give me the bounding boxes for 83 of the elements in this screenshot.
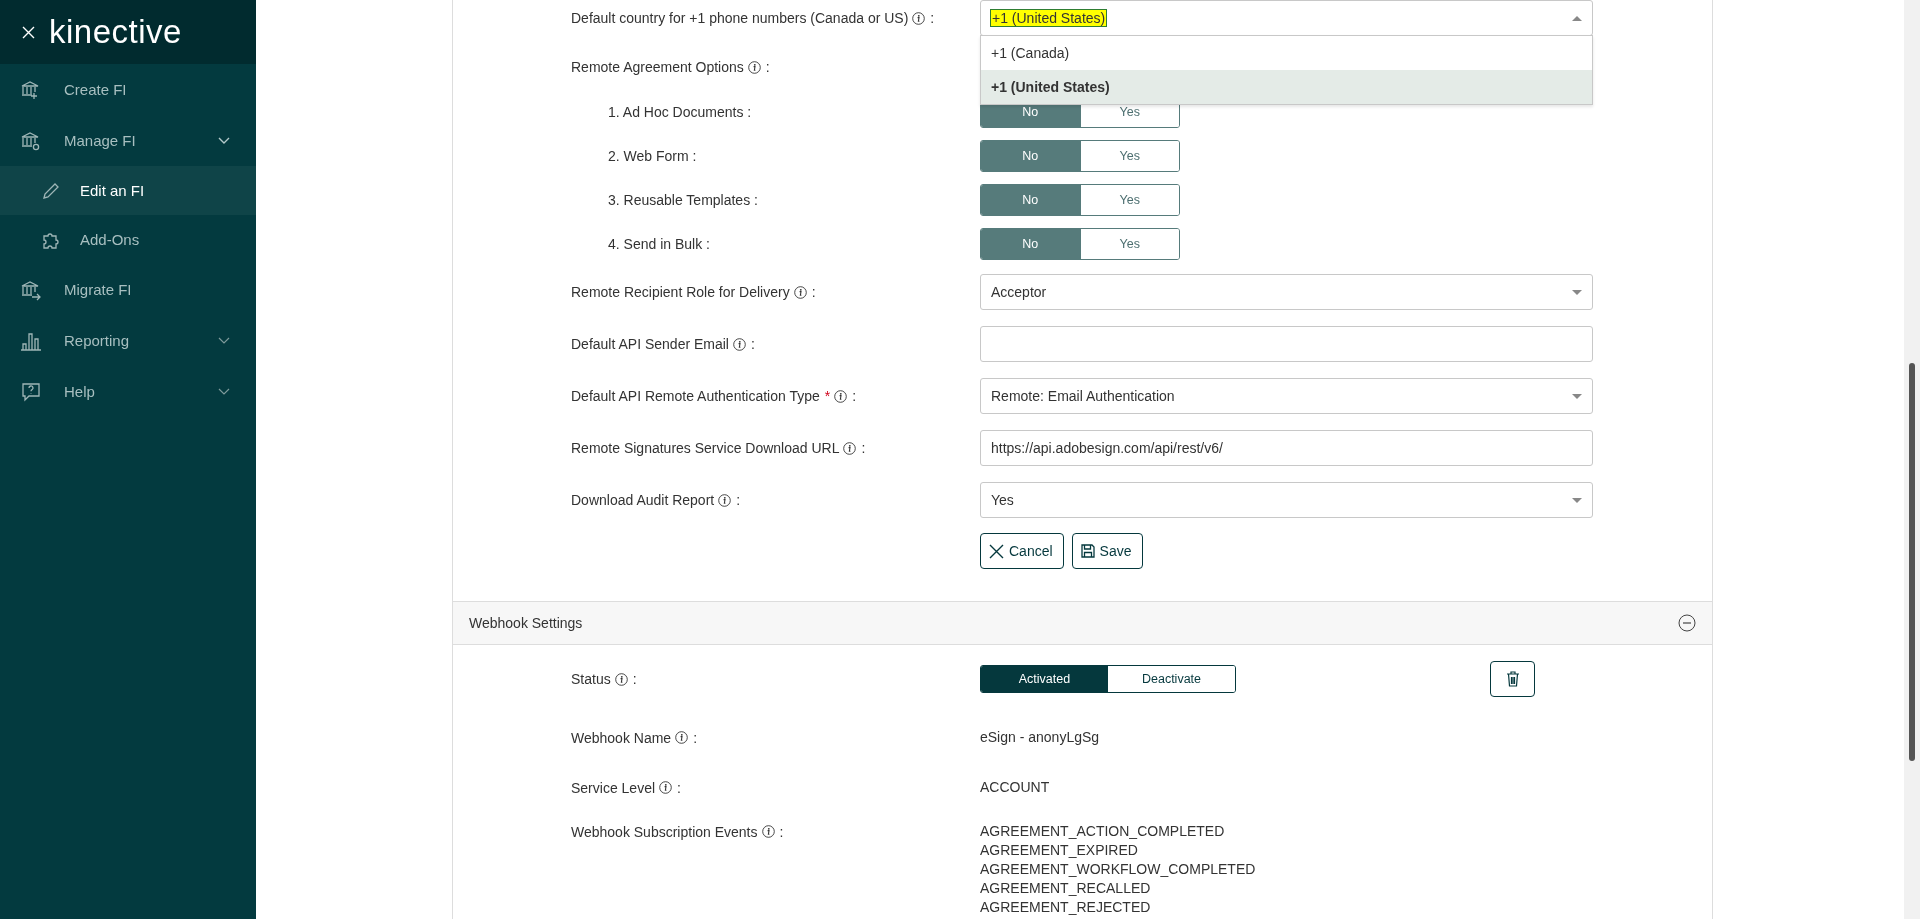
field-value: AGREEMENT_WORKFLOW_COMPLETED — [980, 860, 1257, 879]
sidebar-item[interactable]: Reporting — [0, 315, 256, 366]
info-icon[interactable] — [793, 285, 807, 299]
field-label: Webhook Name — [571, 729, 672, 746]
toggle-option[interactable]: Activated — [981, 666, 1108, 692]
sidebar-item[interactable]: Help — [0, 366, 256, 417]
cancel-button[interactable]: Cancel — [980, 533, 1064, 569]
field-value: AGREEMENT_RECALLED — [980, 879, 1152, 898]
input-field[interactable] — [980, 326, 1593, 362]
info-icon[interactable] — [718, 493, 732, 507]
field-label: 4. Send in Bulk : — [608, 236, 710, 252]
chevron-down-icon[interactable] — [218, 387, 230, 396]
field-label: Service Level — [571, 779, 656, 796]
field-label: 2. Web Form : — [608, 148, 697, 164]
field-value: ACCOUNT — [980, 778, 1051, 797]
dropdown-option[interactable]: +1 (United States) — [981, 70, 1592, 104]
field-value: AGREEMENT_ACTION_COMPLETED — [980, 822, 1226, 841]
info-icon[interactable] — [912, 11, 926, 25]
label-colon: : — [811, 284, 816, 300]
toggle-option[interactable]: Yes — [1079, 141, 1179, 171]
label-colon: : — [765, 59, 770, 75]
info-icon[interactable] — [761, 825, 775, 838]
chevron-down-icon[interactable] — [218, 136, 230, 145]
save-button[interactable]: Save — [1071, 533, 1143, 569]
scrollbar-thumb[interactable] — [1909, 363, 1915, 761]
field-label: Remote Signatures Service Download URL — [571, 440, 840, 456]
field-label: Default country for +1 phone numbers (Canada or US) — [571, 10, 909, 26]
field-label: Default API Sender Email — [571, 336, 729, 352]
trash-icon — [1505, 671, 1520, 687]
toggle-option[interactable]: No — [981, 229, 1080, 259]
info-icon[interactable] — [614, 672, 628, 686]
field-label: Download Audit Report — [571, 492, 715, 508]
info-icon[interactable] — [747, 60, 761, 74]
label-colon: : — [677, 779, 681, 796]
info-icon[interactable] — [843, 441, 857, 455]
field-label: Default API Remote Authentication Type — [571, 388, 820, 404]
label-colon: : — [751, 336, 755, 352]
input-field[interactable]: https://api.adobesign.com/api/rest/v6/ — [980, 430, 1593, 466]
close-icon[interactable] — [22, 25, 35, 39]
select-field[interactable]: Acceptor — [980, 274, 1593, 310]
chevron-down-icon[interactable] — [218, 336, 230, 345]
field-label: Remote Agreement Options — [571, 59, 744, 75]
sidebar-item[interactable]: Migrate FI — [0, 264, 256, 315]
field-label: Status — [571, 671, 611, 687]
save-icon — [1080, 544, 1095, 558]
info-icon[interactable] — [659, 781, 673, 794]
info-icon[interactable] — [733, 337, 746, 351]
select-field[interactable]: +1 (United States) — [980, 0, 1593, 36]
toggle-option[interactable]: No — [981, 185, 1080, 215]
field-value: AGREEMENT_REJECTED — [980, 898, 1152, 917]
help-icon — [20, 380, 42, 403]
field-label: 1. Ad Hoc Documents : — [608, 104, 752, 120]
field-label: 3. Reusable Templates : — [608, 192, 758, 208]
logo: kinective — [49, 13, 182, 51]
label-colon: : — [693, 729, 698, 746]
field-value: eSign - anonyLgSg — [980, 728, 1101, 747]
info-icon[interactable] — [834, 389, 848, 403]
sidebar-item[interactable]: Create FI — [0, 64, 256, 115]
label-colon: : — [736, 492, 741, 508]
toggle-option[interactable]: No — [981, 141, 1080, 171]
field-label: Webhook Subscription Events — [571, 823, 758, 840]
dropdown-option[interactable]: +1 (Canada) — [981, 36, 1592, 70]
sidebar-item[interactable]: Manage FI — [0, 115, 256, 166]
toggle-option[interactable]: Yes — [1079, 185, 1179, 215]
field-label: Remote Recipient Role for Delivery — [571, 284, 790, 300]
info-icon[interactable] — [675, 731, 689, 744]
select-field[interactable]: Yes — [980, 482, 1593, 518]
sidebar-subitem[interactable]: Add-Ons — [0, 215, 256, 264]
label-colon: : — [852, 388, 857, 404]
field-value: AGREEMENT_EXPIRED — [980, 841, 1139, 860]
label-colon: : — [861, 440, 866, 456]
section-title: Webhook Settings — [469, 615, 584, 631]
collapse-icon[interactable] — [1678, 614, 1696, 632]
label-colon: : — [632, 671, 637, 687]
delete-button[interactable] — [1490, 661, 1535, 697]
sidebar-subitem[interactable]: Edit an FI — [0, 166, 256, 215]
label-colon: : — [779, 823, 784, 840]
required-mark: * — [824, 388, 831, 404]
select-field[interactable]: Remote: Email Authentication — [980, 378, 1593, 414]
toggle-option[interactable]: Yes — [1079, 229, 1179, 259]
close-icon — [989, 543, 1004, 559]
label-colon: : — [930, 10, 935, 26]
scrollbar[interactable] — [1904, 0, 1920, 919]
